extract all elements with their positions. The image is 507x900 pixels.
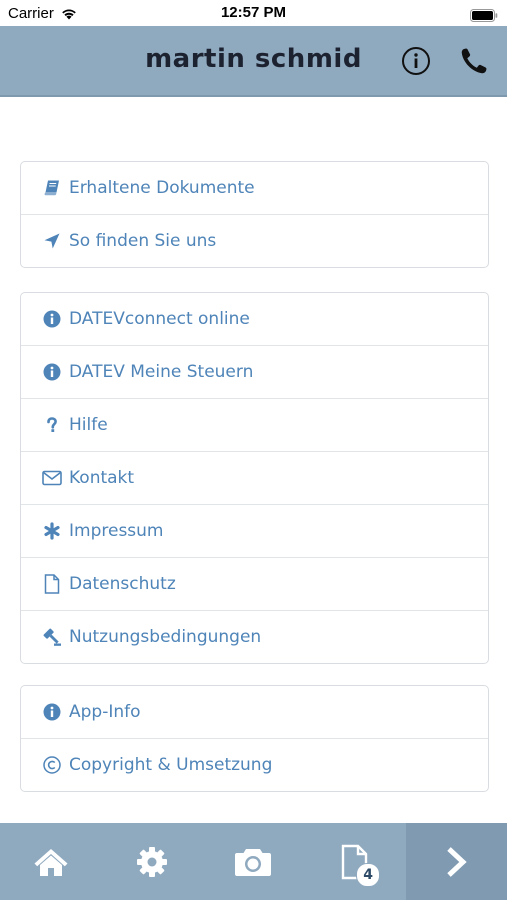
info-button[interactable] [401,46,431,76]
tab-next[interactable] [405,823,507,900]
menu-group-app: App-Info Copyright & Umsetzung [20,685,489,792]
menu-item-label: Datenschutz [69,574,176,594]
home-icon [34,848,68,876]
menu-group-info: DATEVconnect online DATEV Meine Steuern … [20,292,489,664]
menu-item-label: DATEVconnect online [69,309,250,329]
gear-icon [137,846,168,877]
info-icon [402,47,430,75]
tab-settings[interactable] [101,823,202,900]
menu-item-label: Nutzungsbedingungen [69,627,262,647]
status-bar: Carrier 12:57 PM [0,0,507,26]
menu-item-copyright-umsetzung[interactable]: Copyright & Umsetzung [21,738,488,791]
gavel-icon [42,627,62,647]
question-icon [42,415,62,435]
tab-bar: 4 [0,823,507,900]
menu-item-hilfe[interactable]: Hilfe [21,398,488,451]
menu-item-nutzungsbedingungen[interactable]: Nutzungsbedingungen [21,610,488,663]
menu-group-documents: Erhaltene Dokumente So finden Sie uns [20,161,489,268]
document-icon [42,574,62,594]
menu-item-label: Erhaltene Dokumente [69,178,255,198]
info-circle-icon [42,702,62,722]
tab-documents[interactable]: 4 [304,823,405,900]
header: martin schmid [0,26,507,97]
book-icon [42,178,62,198]
info-circle-icon [42,362,62,382]
menu-item-label: App-Info [69,702,141,722]
camera-icon [235,848,272,876]
phone-icon [461,48,487,74]
documents-count-badge: 4 [356,863,381,887]
menu-item-label: Hilfe [69,415,108,435]
menu-item-label: Impressum [69,521,164,541]
menu-item-app-info[interactable]: App-Info [21,686,488,738]
status-time: 12:57 PM [220,4,287,21]
menu-item-label: Copyright & Umsetzung [69,755,273,775]
menu-item-datev-meine-steuern[interactable]: DATEV Meine Steuern [21,345,488,398]
tab-home[interactable] [0,823,101,900]
info-circle-icon [42,309,62,329]
copyright-icon [42,755,62,775]
menu-item-impressum[interactable]: Impressum [21,504,488,557]
battery-icon [470,7,498,26]
menu-item-label: DATEV Meine Steuern [69,362,254,382]
chevron-right-icon [447,846,467,877]
envelope-icon [42,468,62,488]
menu-item-datevconnect-online[interactable]: DATEVconnect online [21,293,488,345]
phone-button[interactable] [458,45,490,77]
menu-item-label: Kontakt [69,468,135,488]
menu-item-so-finden-sie-uns[interactable]: So finden Sie uns [21,214,488,267]
location-arrow-icon [42,231,62,251]
asterisk-icon [42,521,62,541]
menu-item-datenschutz[interactable]: Datenschutz [21,557,488,610]
menu-item-label: So finden Sie uns [69,231,217,251]
menu-item-erhaltene-dokumente[interactable]: Erhaltene Dokumente [21,162,488,214]
tab-camera[interactable] [203,823,304,900]
menu-item-kontakt[interactable]: Kontakt [21,451,488,504]
